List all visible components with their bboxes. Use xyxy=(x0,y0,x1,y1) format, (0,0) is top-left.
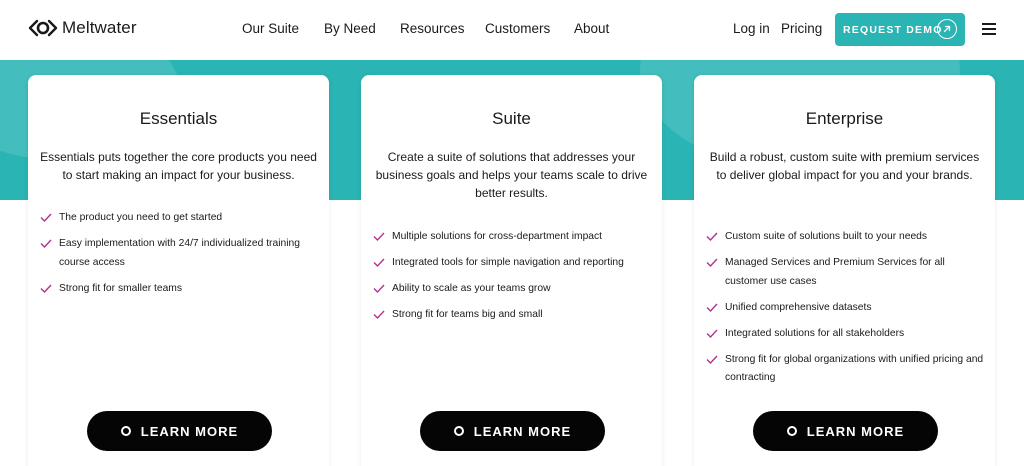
learn-more-label: LEARN MORE xyxy=(473,423,572,439)
feature-text: Integrated solutions for all stakeholder… xyxy=(725,327,905,339)
check-icon xyxy=(706,303,718,312)
circle-icon xyxy=(120,426,131,436)
feature-item: Integrated solutions for all stakeholder… xyxy=(706,325,986,344)
feature-text: Custom suite of solutions built to your … xyxy=(725,231,928,242)
feature-item: The product you need to get started xyxy=(40,209,320,228)
feature-text: Strong fit for smaller teams xyxy=(59,282,183,294)
site-header: Meltwater Our Suite By Need Resources Cu… xyxy=(0,0,1024,60)
feature-text: Easy implementation with 24/7 individual… xyxy=(59,237,300,268)
learn-more-label: LEARN MORE xyxy=(806,423,905,439)
card-description: Build a robust, custom suite with premiu… xyxy=(709,150,980,183)
logo-text: Meltwater xyxy=(62,18,137,37)
card-description: Essentials puts together the core produc… xyxy=(40,150,317,183)
feature-text: Strong fit for teams big and small xyxy=(392,308,543,320)
nav-item-by-need[interactable]: By Need xyxy=(324,21,376,36)
feature-item: Multiple solutions for cross-department … xyxy=(373,228,653,247)
check-icon xyxy=(706,355,718,364)
menu-icon[interactable] xyxy=(982,23,996,35)
check-icon xyxy=(373,310,385,319)
pricing-link[interactable]: Pricing xyxy=(781,21,822,36)
check-icon xyxy=(40,213,52,222)
check-icon xyxy=(373,232,385,241)
learn-more-button[interactable]: LEARN MORE xyxy=(87,411,272,451)
request-demo-label: REQUEST DEMO xyxy=(843,23,943,36)
check-icon xyxy=(706,258,718,267)
arrow-up-right-icon xyxy=(937,19,957,39)
learn-more-button[interactable]: LEARN MORE xyxy=(420,411,605,451)
feature-text: Unified comprehensive datasets xyxy=(725,301,872,313)
learn-more-label: LEARN MORE xyxy=(140,423,239,439)
request-demo-button[interactable]: REQUEST DEMO xyxy=(835,13,965,46)
feature-item: Custom suite of solutions built to your … xyxy=(706,228,986,247)
nav-item-customers[interactable]: Customers xyxy=(485,21,550,36)
feature-item: Ability to scale as your teams grow xyxy=(373,280,653,299)
feature-item: Unified comprehensive datasets xyxy=(706,299,986,318)
card-title: Enterprise xyxy=(805,109,884,128)
meltwater-logo[interactable]: Meltwater xyxy=(28,18,137,38)
meltwater-logo-icon xyxy=(28,19,58,37)
learn-more-button[interactable]: LEARN MORE xyxy=(753,411,938,451)
circle-icon xyxy=(786,426,797,436)
feature-list: Multiple solutions for cross-department … xyxy=(373,228,653,332)
feature-text: Integrated tools for simple navigation a… xyxy=(392,256,624,268)
pricing-card-enterprise: Enterprise Build a robust, custom suite … xyxy=(694,75,995,466)
feature-text: The product you need to get started xyxy=(59,212,223,223)
feature-list: Custom suite of solutions built to your … xyxy=(706,228,986,395)
card-title: Suite xyxy=(492,109,531,128)
feature-text: Managed Services and Premium Services fo… xyxy=(725,256,945,287)
feature-text: Ability to scale as your teams grow xyxy=(392,282,551,294)
feature-list: The product you need to get started Easy… xyxy=(40,209,320,306)
check-icon xyxy=(706,329,718,338)
feature-text: Multiple solutions for cross-department … xyxy=(392,231,603,242)
check-icon xyxy=(373,258,385,267)
feature-text: Strong fit for global organizations with… xyxy=(725,353,984,384)
card-description: Create a suite of solutions that address… xyxy=(375,150,648,201)
check-icon xyxy=(373,284,385,293)
check-icon xyxy=(40,284,52,293)
feature-item: Strong fit for global organizations with… xyxy=(706,351,986,388)
pricing-card-essentials: Essentials Essentials puts together the … xyxy=(28,75,329,466)
nav-item-resources[interactable]: Resources xyxy=(400,21,465,36)
check-icon xyxy=(706,232,718,241)
login-link[interactable]: Log in xyxy=(733,21,770,36)
circle-icon xyxy=(453,426,464,436)
nav-item-about[interactable]: About xyxy=(574,21,609,36)
feature-item: Easy implementation with 24/7 individual… xyxy=(40,235,320,272)
check-icon xyxy=(40,239,52,248)
nav-item-our-suite[interactable]: Our Suite xyxy=(242,21,299,36)
feature-item: Managed Services and Premium Services fo… xyxy=(706,254,986,291)
feature-item: Strong fit for smaller teams xyxy=(40,280,320,299)
pricing-card-suite: Suite Create a suite of solutions that a… xyxy=(361,75,662,466)
card-title: Essentials xyxy=(139,109,218,128)
feature-item: Integrated tools for simple navigation a… xyxy=(373,254,653,273)
feature-item: Strong fit for teams big and small xyxy=(373,306,653,325)
